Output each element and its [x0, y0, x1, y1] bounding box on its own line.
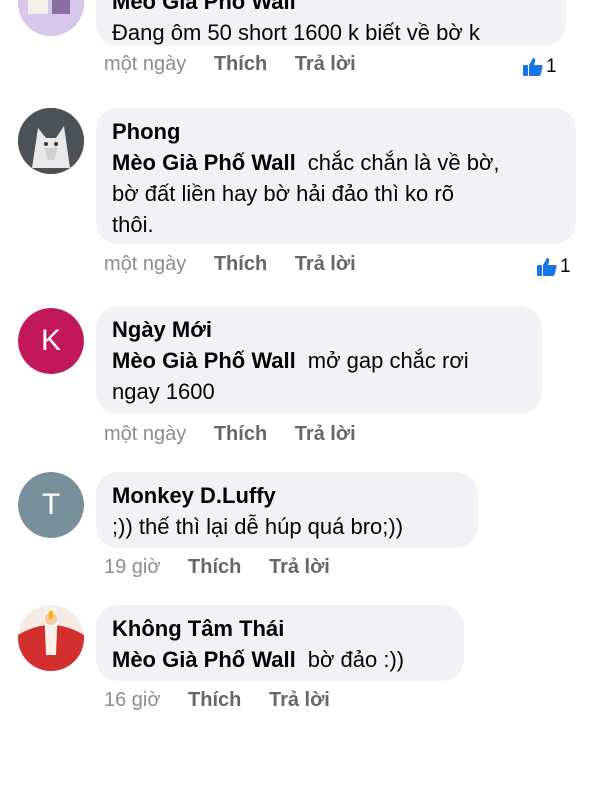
comment-1-reaction-count: 1 [546, 56, 557, 77]
comment-2-text-line3: thôi. [112, 212, 154, 237]
comment-2-reaction-count: 1 [560, 256, 571, 277]
comment-1-bubble: Mèo Già Phố Wall Đang ôm 50 short 1600 k… [96, 0, 566, 46]
comment-3-text: Mèo Già Phố Wall mở gap chắc rơi [112, 345, 526, 376]
red-illustrated-avatar-icon [18, 605, 84, 671]
illustrated-avatar-icon [18, 0, 84, 36]
comment-3-like-button[interactable]: Thích [214, 422, 267, 446]
comment-1-author[interactable]: Mèo Già Phố Wall [112, 0, 550, 17]
comment-1-like-button[interactable]: Thích [214, 52, 267, 76]
comment-2-mention[interactable]: Mèo Già Phố Wall [112, 150, 296, 175]
comment-1-reply-button[interactable]: Trả lời [295, 52, 356, 76]
comment-1-time[interactable]: một ngày [104, 52, 186, 76]
comment-2-time[interactable]: một ngày [104, 252, 186, 276]
comment-3-bubble: Ngày Mới Mèo Già Phố Wall mở gap chắc rơi… [96, 306, 542, 414]
comment-1-actions: một ngày Thích Trả lời [104, 52, 378, 76]
thumbs-up-icon [537, 258, 557, 276]
comment-3-author[interactable]: Ngày Mới [112, 315, 526, 345]
comment-2-like-button[interactable]: Thích [214, 252, 267, 276]
comment-3-reply-button[interactable]: Trả lời [295, 422, 356, 446]
comment-3-actions: một ngày Thích Trả lời [104, 422, 378, 446]
comment-5-text: Mèo Già Phố Wall bờ đảo :)) [112, 644, 448, 675]
comment-4-actions: 19 giờ Thích Trả lời [104, 555, 352, 579]
comment-2-text-line2: bờ đất liền hay bờ hải đảo thì ko rõ [112, 181, 454, 206]
comment-5-reply-button[interactable]: Trả lời [269, 688, 330, 712]
comment-1-reaction[interactable]: 1 [522, 56, 557, 78]
comment-3-avatar-letter: K [40, 324, 61, 357]
comment-2-bubble: Phong Mèo Già Phố Wall chắc chắn là về bờ… [96, 108, 576, 244]
comment-3-mention[interactable]: Mèo Già Phố Wall [112, 348, 296, 373]
comment-5-actions: 16 giờ Thích Trả lời [104, 688, 352, 712]
comment-2-reaction[interactable]: 1 [536, 256, 571, 278]
comment-2-text: Mèo Già Phố Wall chắc chắn là về bờ, [112, 147, 560, 178]
comment-5-text-line1: bờ đảo :)) [307, 647, 405, 672]
comment-4-bubble: Monkey D.Luffy ;)) thế thì lại dễ húp qu… [96, 472, 478, 548]
comment-5-author[interactable]: Không Tâm Thái [112, 614, 448, 644]
comment-4-reply-button[interactable]: Trả lời [269, 555, 330, 579]
comment-4-avatar[interactable]: T [18, 472, 84, 538]
comment-2-author[interactable]: Phong [112, 117, 560, 147]
comment-3-text-line2: ngay 1600 [112, 379, 215, 404]
comment-5-mention[interactable]: Mèo Già Phố Wall [112, 647, 296, 672]
comment-5-time[interactable]: 16 giờ [104, 688, 160, 712]
comment-1-text: Đang ôm 50 short 1600 k biết về bờ k [112, 20, 480, 45]
comment-4-author[interactable]: Monkey D.Luffy [112, 481, 462, 511]
thumbs-up-icon [523, 58, 543, 76]
comment-3-time[interactable]: một ngày [104, 422, 186, 446]
comment-4-avatar-letter: T [41, 488, 61, 521]
comment-3-text-line1: mở gap chắc rơi [307, 348, 469, 373]
comment-3-avatar[interactable]: K [18, 308, 84, 374]
comment-4-text: ;)) thế thì lại dễ húp quá bro;)) [112, 514, 404, 539]
wolf-photo-icon [18, 108, 84, 174]
comment-4-like-button[interactable]: Thích [188, 555, 241, 579]
comment-2-reply-button[interactable]: Trả lời [295, 252, 356, 276]
comment-5-like-button[interactable]: Thích [188, 688, 241, 712]
comment-5-avatar[interactable] [18, 605, 84, 671]
comment-2-text-line1: chắc chắn là về bờ, [307, 150, 500, 175]
comment-1-avatar[interactable] [18, 0, 84, 36]
comment-2-actions: một ngày Thích Trả lời [104, 252, 378, 276]
comment-5-bubble: Không Tâm Thái Mèo Già Phố Wall bờ đảo :)… [96, 605, 464, 681]
comment-2-avatar[interactable] [18, 108, 84, 174]
comment-4-time[interactable]: 19 giờ [104, 555, 160, 579]
